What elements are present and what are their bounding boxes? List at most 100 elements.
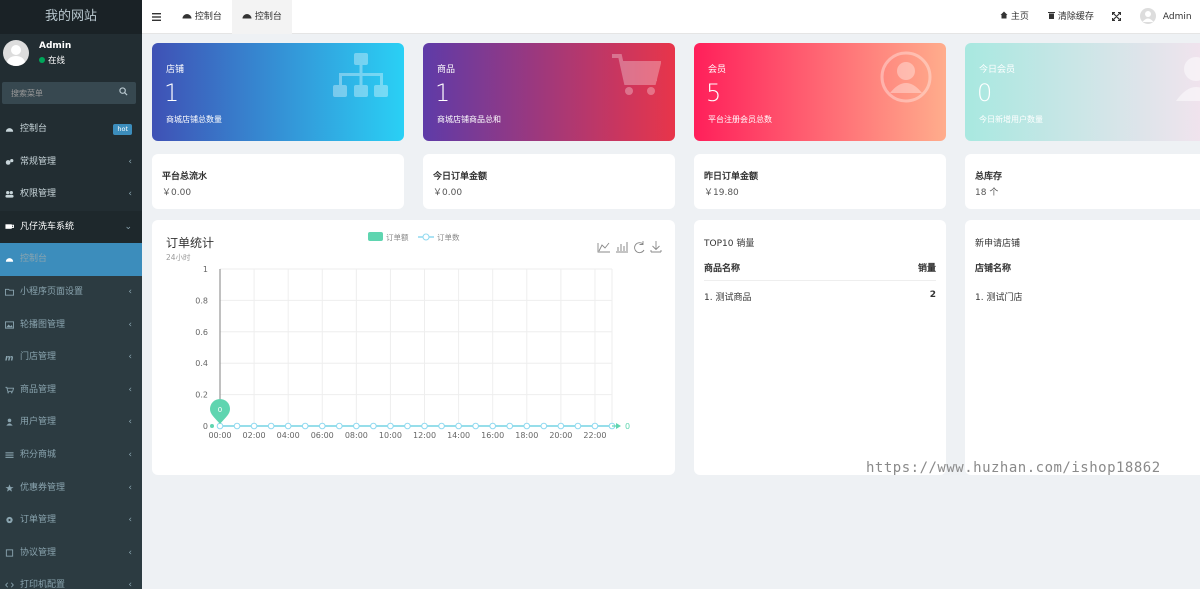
order-line-chart: 0 0.2 0.4 0.6 0.8 1 00:00 02:00 04:00 06:00 08:00…: [195, 232, 662, 440]
clear-cache-button[interactable]: 清除缓存: [1048, 0, 1094, 34]
top10-sales-panel: TOP10 销量 商品名称 销量 1. 测试商品 2: [694, 220, 946, 475]
x-tick-label: 06:00: [311, 431, 334, 440]
sidebar-item-label: 权限管理: [20, 189, 57, 200]
summary-value: ￥19.80: [704, 188, 739, 198]
list-item: 1. 测试门店: [975, 290, 1200, 303]
chevron-left-icon: ‹: [128, 417, 132, 428]
data-point: [336, 422, 343, 430]
tab-console-1[interactable]: 控制台: [172, 0, 232, 34]
menu-toggle-button[interactable]: [152, 0, 166, 34]
watermark-text: https://www.huzhan.com/ishop18862: [866, 460, 1161, 476]
sidebar-item-label: 小程序页面设置: [20, 286, 84, 297]
x-tick-label: 02:00: [243, 431, 266, 440]
data-point: [370, 422, 377, 430]
legend-label: 订单数: [437, 232, 460, 242]
data-point: [506, 422, 514, 430]
dashboard-icon: [5, 258, 14, 263]
summary-card-total-flow: 平台总流水 ￥0.00: [152, 154, 404, 209]
sidebar-item-dashboard[interactable]: 控制台 hot: [0, 113, 142, 146]
data-point: [250, 422, 258, 430]
user-status-label: 在线: [48, 56, 66, 66]
chevron-left-icon: ‹: [128, 286, 132, 297]
chart-toolbox[interactable]: [597, 241, 662, 254]
sidebar-item-label: 商品管理: [20, 384, 57, 395]
sidebar-item-general[interactable]: 常规管理 ‹: [0, 146, 142, 179]
sidebar-item-label: 用户管理: [20, 417, 57, 428]
summary-card-yesterday-orders: 昨日订单金额 ￥19.80: [694, 154, 946, 209]
arrow-icon: [616, 423, 621, 429]
user-icon: [880, 51, 932, 103]
sidebar-item-label: 积分商城: [20, 449, 57, 460]
svg-text:m: m: [5, 353, 13, 361]
user-status: 在线: [39, 54, 142, 66]
sidebar-item-coupons[interactable]: 优惠券管理 ‹: [0, 472, 142, 505]
sidebar-item-agreements[interactable]: 协议管理 ‹: [0, 537, 142, 570]
data-point: [591, 422, 599, 430]
sidebar-item-carwash[interactable]: 凡仔洗车系统 ⌄: [0, 210, 142, 244]
user-icon: [1176, 57, 1200, 101]
user-menu-label: Admin: [1162, 12, 1192, 22]
stat-title: 店铺: [166, 65, 185, 75]
sidebar-item-printer[interactable]: 打印机配置 ‹: [0, 569, 142, 589]
x-tick-label: 04:00: [277, 431, 300, 440]
sidebar-item-auth[interactable]: 权限管理 ‹: [0, 178, 142, 211]
chevron-left-icon: ‹: [128, 580, 132, 589]
chevron-down-icon: ⌄: [124, 221, 132, 232]
home-link[interactable]: 主页: [1000, 0, 1029, 34]
data-point: [574, 422, 582, 430]
brand-title[interactable]: 我的网站: [0, 0, 142, 34]
data-point: [523, 422, 531, 430]
data-point: [404, 422, 411, 430]
data-point: [421, 422, 428, 430]
search-placeholder: 搜索菜单: [11, 89, 43, 98]
chevron-left-icon: ‹: [128, 156, 132, 167]
stat-card-products: 商品 1 商城店铺商品总和: [423, 43, 675, 141]
chart-grid: [219, 268, 613, 427]
file-icon: [5, 549, 14, 557]
search-icon[interactable]: [119, 87, 128, 96]
chevron-left-icon: ‹: [128, 547, 132, 558]
sidebar-item-miniprogram[interactable]: 小程序页面设置 ‹: [0, 276, 142, 309]
user-menu[interactable]: Admin: [1140, 0, 1192, 34]
x-tick-label: 00:00: [208, 431, 231, 440]
tab-console-2[interactable]: 控制台: [232, 0, 292, 34]
sidebar-item-stores[interactable]: m 门店管理 ‹: [0, 341, 142, 374]
chevron-left-icon: ‹: [128, 384, 132, 395]
sidebar-item-points[interactable]: 积分商城 ‹: [0, 439, 142, 472]
stat-title: 今日会员: [979, 65, 1016, 75]
fullscreen-button[interactable]: [1111, 0, 1122, 34]
cart-icon: [612, 54, 661, 95]
x-tick-label: 14:00: [447, 431, 470, 440]
stat-desc: 商城店铺总数量: [166, 115, 222, 124]
data-point: [318, 422, 326, 430]
sidebar-item-orders[interactable]: 订单管理 ‹: [0, 504, 142, 537]
gear-icon: [6, 516, 13, 524]
chart-legend: 订单额 订单数: [368, 232, 460, 242]
sidebar-item-console[interactable]: 控制台: [0, 243, 142, 276]
sidebar-item-products[interactable]: 商品管理 ‹: [0, 374, 142, 407]
data-point: [301, 422, 309, 430]
summary-label: 总库存: [975, 172, 1003, 182]
search-input[interactable]: 搜索菜单: [2, 82, 136, 104]
new-shops-panel: 新申请店铺 店铺名称 1. 测试门店: [965, 220, 1200, 475]
data-point: [387, 422, 394, 430]
stat-desc: 平台注册会员总数: [708, 115, 772, 124]
dashboard-icon: [242, 14, 252, 19]
stat-value: 0: [977, 79, 993, 107]
order-stats-panel: 订单统计 24小时 0 0.2 0.4 0.6 0.8 1 00:00 02:00 04:00…: [152, 220, 675, 475]
y-tick-label: 0.4: [195, 359, 208, 368]
user-name: Admin: [39, 41, 72, 51]
clear-cache-label: 清除缓存: [1057, 12, 1094, 22]
chevron-left-icon: ‹: [128, 449, 132, 460]
summary-label: 昨日订单金额: [704, 172, 759, 182]
legend-swatch: [368, 232, 383, 241]
dashboard-icon: [5, 128, 14, 132]
dashboard-icon: [182, 14, 192, 19]
sidebar-item-label: 门店管理: [20, 352, 57, 363]
sidebar-item-banner[interactable]: 轮播图管理 ‹: [0, 309, 142, 342]
summary-value: 18 个: [975, 188, 999, 198]
shop-name: 1. 测试门店: [975, 293, 1023, 303]
y-tick-label: 0.6: [195, 328, 208, 337]
sidebar-menu: 控制台 hot 常规管理 ‹ 权限管理 ‹ 凡仔洗车系统 ⌄ 控制台 小程序页面…: [0, 113, 142, 589]
sidebar-item-users[interactable]: 用户管理 ‹: [0, 406, 142, 439]
